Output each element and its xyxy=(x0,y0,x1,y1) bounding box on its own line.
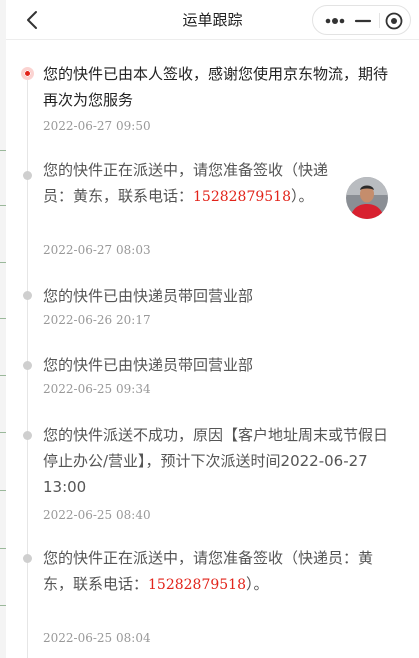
status-dot xyxy=(23,361,32,370)
top-bar: 运单跟踪 xyxy=(6,0,419,40)
close-button[interactable] xyxy=(384,11,404,31)
event-message: 您的快件已由快递员带回营业部 xyxy=(43,287,254,305)
event-message: 您的快件已由快递员带回营业部 xyxy=(43,356,254,374)
event-message-tail: ）。 xyxy=(246,575,269,593)
event-time: 2022-06-25 08:04 xyxy=(43,631,151,645)
tracking-timeline: 您的快件已由本人签收，感谢您使用京东物流，期待再次为您服务 2022-06-27… xyxy=(6,41,410,658)
capsule-divider xyxy=(379,13,380,28)
back-button[interactable] xyxy=(20,6,46,34)
event-message: 您的快件已由本人签收，感谢您使用京东物流，期待再次为您服务 xyxy=(43,65,389,109)
event-message: 您的快件正在派送中，请您准备签收（快递员：黄东，联系电话：15282879518… xyxy=(43,157,338,210)
event-message-tail: ）。 xyxy=(291,187,314,205)
courier-phone-link[interactable]: 15282879518 xyxy=(193,189,291,205)
target-close-icon xyxy=(385,12,403,30)
status-dot xyxy=(23,171,32,180)
current-status-dot xyxy=(21,67,34,80)
chevron-left-icon xyxy=(27,11,37,29)
status-dot xyxy=(23,291,32,300)
courier-phone-link[interactable]: 15282879518 xyxy=(148,577,246,593)
courier-avatar-image xyxy=(346,177,388,219)
event-message: 您的快件派送不成功，原因【客户地址周末或节假日停止办公/营业】，预计下次派送时间… xyxy=(43,426,389,496)
more-button[interactable] xyxy=(321,12,349,30)
status-dot xyxy=(23,431,32,440)
more-dots-icon xyxy=(325,18,345,24)
event-time: 2022-06-27 08:03 xyxy=(43,243,151,257)
event-time: 2022-06-26 20:17 xyxy=(43,313,151,327)
minimize-icon xyxy=(354,19,372,23)
event-time: 2022-06-25 08:40 xyxy=(43,508,151,522)
courier-avatar[interactable] xyxy=(346,177,388,219)
mini-program-capsule xyxy=(312,5,411,35)
event-message: 您的快件正在派送中，请您准备签收（快递员：黄东，联系电话：15282879518… xyxy=(43,545,388,598)
minimize-button[interactable] xyxy=(351,12,375,30)
event-time: 2022-06-27 09:50 xyxy=(43,119,151,133)
status-dot xyxy=(23,554,32,563)
event-time: 2022-06-25 09:34 xyxy=(43,382,151,396)
